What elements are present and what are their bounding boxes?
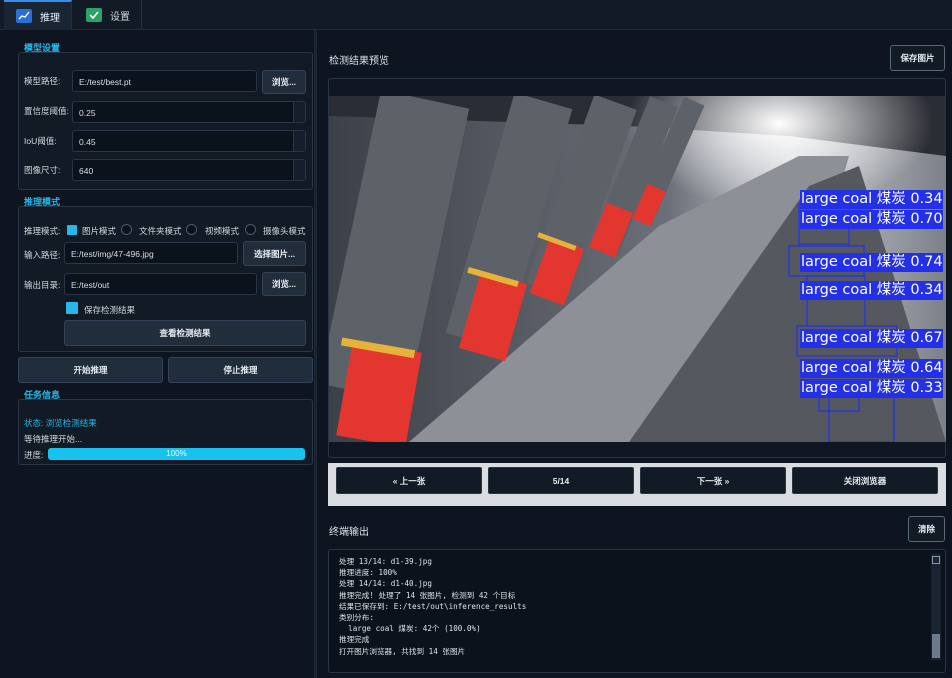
terminal-line: 处理 14/14: d1-40.jpg <box>339 579 432 589</box>
spin-arrows[interactable] <box>293 131 305 151</box>
conf-value: 0.25 <box>79 108 96 118</box>
radio-folder-mode[interactable] <box>121 224 132 235</box>
imgsz-value: 640 <box>79 166 94 176</box>
save-results-checkbox[interactable] <box>66 302 78 314</box>
detection-label: large coal 煤炭 0.34 <box>800 190 943 209</box>
output-dir-label: 输出目录: <box>24 280 61 290</box>
stop-inference-button[interactable]: 停止推理 <box>168 357 313 383</box>
input-path-label: 输入路径: <box>24 250 61 260</box>
detection-label: large coal 煤炭 0.67 <box>800 329 943 348</box>
terminal-line: 推理进度: 100% <box>339 568 397 578</box>
splitter[interactable] <box>314 30 317 678</box>
image-nav-bar: « 上一张 5/14 下一张 » 关闭浏览器 <box>328 463 946 506</box>
clear-button[interactable]: 清除 <box>908 516 945 542</box>
view-results-button[interactable]: 查看检测结果 <box>64 320 306 346</box>
tab-inference[interactable]: 推理 <box>4 0 72 30</box>
start-inference-button[interactable]: 开始推理 <box>18 357 163 383</box>
terminal-line: 处理 13/14: d1-39.jpg <box>339 557 432 566</box>
page-indicator: 5/14 <box>488 467 634 494</box>
terminal-line: 结果已保存到: E:/test/out\inference_results <box>339 601 527 611</box>
mode-folder-label: 文件夹模式 <box>139 226 182 236</box>
radio-image-mode[interactable] <box>67 225 77 235</box>
progress-label: 进度: <box>24 450 44 460</box>
tab-bar: 推理 设置 <box>0 0 952 30</box>
spin-arrows[interactable] <box>293 102 305 122</box>
detection-label: large coal 煤炭 0.64 <box>800 359 943 378</box>
save-image-button[interactable]: 保存图片 <box>890 45 945 71</box>
terminal-scrollbar[interactable] <box>931 554 941 660</box>
progress-bar: 100% <box>48 448 305 460</box>
spin-arrows[interactable] <box>293 160 305 180</box>
mode-video-label: 视频模式 <box>205 226 240 236</box>
output-browse-button[interactable]: 浏览... <box>262 272 306 296</box>
imgsz-spinbox[interactable]: 640 <box>72 159 306 181</box>
scroll-up-arrow[interactable] <box>932 556 940 564</box>
input-path-input[interactable]: E:/test/img/47-496.jpg <box>64 242 238 264</box>
terminal-line: 推理完成! 处理了 14 张图片, 检测到 42 个目标 <box>339 590 516 600</box>
radio-camera-mode[interactable] <box>245 224 256 235</box>
detection-label: large coal 煤炭 0.70 <box>800 210 943 229</box>
save-results-label: 保存检测结果 <box>84 305 136 315</box>
tab-inference-label: 推理 <box>40 12 60 24</box>
model-browse-button[interactable]: 浏览... <box>262 70 306 94</box>
iou-label: IoU阈值: <box>24 136 57 146</box>
detection-label: large coal 煤炭 0.33 <box>800 379 943 398</box>
status-text: 状态: 浏览检测结果 <box>24 418 97 428</box>
chart-icon <box>16 9 32 23</box>
terminal-line: 打开图片浏览器, 共找到 14 张图片 <box>339 646 466 656</box>
terminal-title: 终端输出 <box>329 527 369 538</box>
next-image-button[interactable]: 下一张 » <box>640 467 786 494</box>
close-browser-button[interactable]: 关闭浏览器 <box>792 467 938 494</box>
model-path-label: 模型路径: <box>24 76 61 86</box>
prev-image-button[interactable]: « 上一张 <box>336 467 482 494</box>
tab-settings-label: 设置 <box>110 11 130 23</box>
terminal-line: large coal 煤炭: 42个 (100.0%) <box>339 624 481 634</box>
iou-spinbox[interactable]: 0.45 <box>72 130 306 152</box>
detection-label: large coal 煤炭 0.74 <box>800 253 943 272</box>
preview-title: 检测结果预览 <box>329 56 389 67</box>
imgsz-label: 图像尺寸: <box>24 165 61 175</box>
conf-label: 置信度阈值: <box>24 106 69 116</box>
conf-spinbox[interactable]: 0.25 <box>72 101 306 123</box>
output-dir-input[interactable]: E:/test/out <box>64 273 257 295</box>
select-image-button[interactable]: 选择图片... <box>243 241 306 266</box>
scroll-thumb[interactable] <box>932 634 940 658</box>
mode-label: 推理模式: <box>24 226 61 236</box>
detection-label: large coal 煤炭 0.34 <box>800 281 943 300</box>
tab-settings[interactable]: 设置 <box>74 0 142 30</box>
waiting-text: 等待推理开始... <box>24 434 83 444</box>
mode-image-label: 图片模式 <box>82 226 117 236</box>
radio-video-mode[interactable] <box>186 224 197 235</box>
mode-camera-label: 摄像头模式 <box>263 226 306 236</box>
terminal-output: 处理 13/14: d1-39.jpg 推理进度: 100% 处理 14/14: d… <box>328 549 946 673</box>
model-path-input[interactable]: E:/test/best.pt <box>72 70 257 92</box>
iou-value: 0.45 <box>79 137 96 147</box>
terminal-line: 类别分布: <box>339 613 374 623</box>
check-icon <box>86 8 102 22</box>
terminal-line: 推理完成 <box>339 635 370 645</box>
